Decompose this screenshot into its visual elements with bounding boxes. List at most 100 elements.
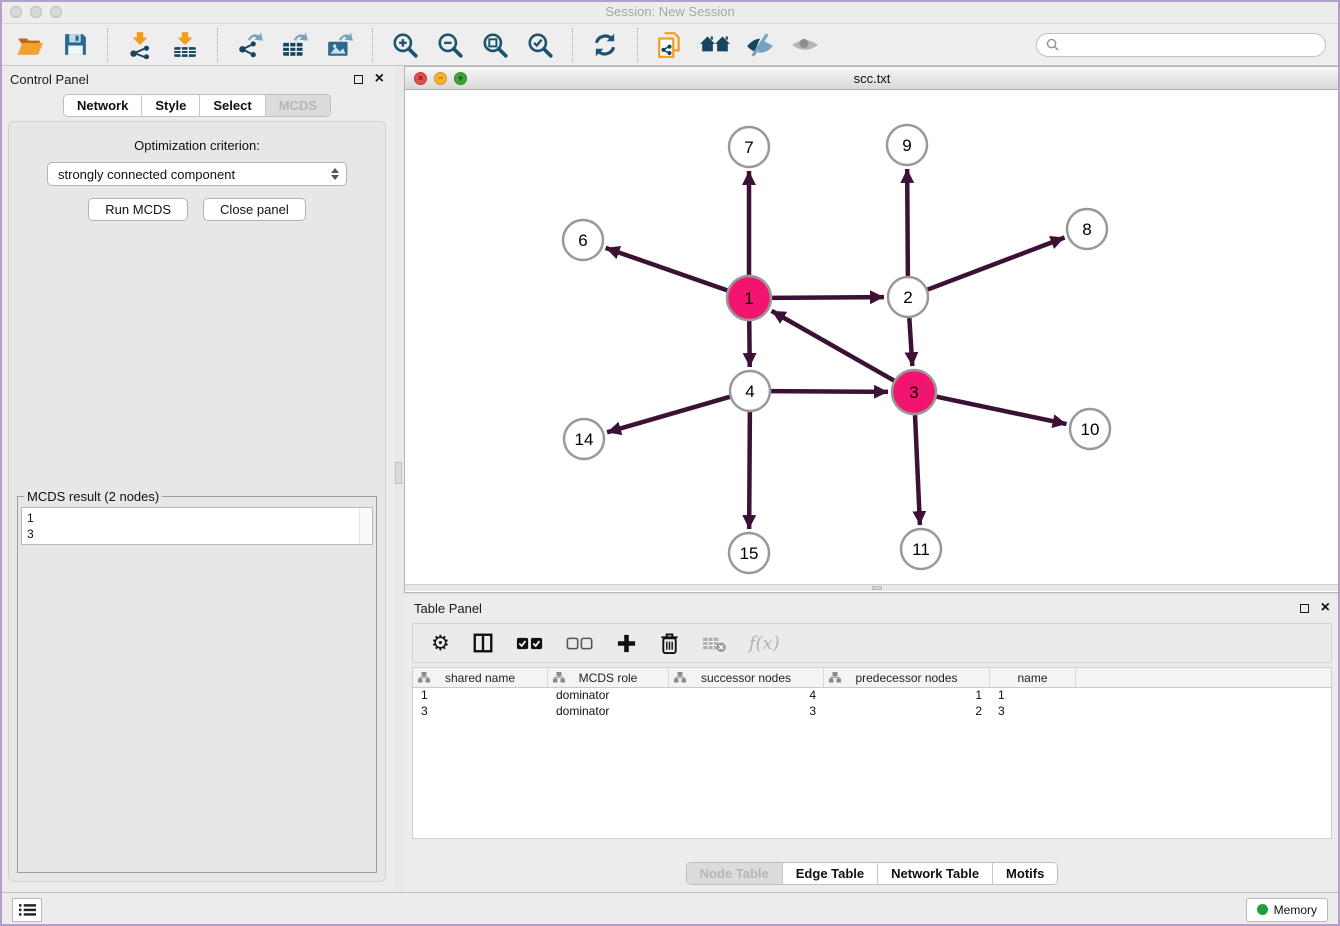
memory-button[interactable]: Memory	[1246, 898, 1328, 922]
network-bottom-splitter[interactable]	[405, 584, 1339, 591]
result-item[interactable]: 1	[27, 510, 367, 526]
column-header-MCDS-role[interactable]: MCDS role	[548, 668, 669, 687]
graph-edge-2-3[interactable]	[909, 318, 912, 366]
export-network-button[interactable]	[230, 27, 270, 63]
close-window-button[interactable]	[10, 6, 22, 18]
column-header-shared-name[interactable]: shared name	[413, 668, 548, 687]
column-sort-icon	[829, 672, 841, 683]
hide-panel-button[interactable]	[740, 27, 780, 63]
home-button[interactable]	[695, 27, 735, 63]
export-table-icon	[281, 31, 309, 59]
graph-node-10[interactable]: 10	[1070, 409, 1110, 449]
search-input[interactable]	[1064, 38, 1316, 52]
graph-node-2[interactable]: 2	[888, 277, 928, 317]
graph-edge-2-9[interactable]	[907, 169, 908, 276]
import-network-icon	[126, 31, 154, 59]
network-maximize-button[interactable]: +	[454, 72, 467, 85]
deselect-all-button[interactable]	[566, 635, 594, 652]
tab-style[interactable]: Style	[142, 95, 200, 116]
table-toolbar: ⚙ f(x)	[412, 623, 1332, 663]
column-sort-icon	[553, 672, 565, 683]
zoom-window-button[interactable]	[50, 6, 62, 18]
graph-edge-1-2[interactable]	[772, 297, 884, 298]
add-row-button[interactable]	[616, 633, 637, 654]
share-document-button[interactable]	[650, 27, 690, 63]
network-canvas[interactable]: 7 9 6 8 1 2 4 3 14 10 15 11	[405, 90, 1339, 584]
graph-edge-3-1[interactable]	[772, 311, 894, 381]
zoom-in-button[interactable]	[385, 27, 425, 63]
network-close-button[interactable]: ×	[414, 72, 427, 85]
column-header-predecessor-nodes[interactable]: predecessor nodes	[824, 668, 990, 687]
refresh-button[interactable]	[585, 27, 625, 63]
tab-mcds[interactable]: MCDS	[266, 95, 330, 116]
zoom-fit-button[interactable]	[475, 27, 515, 63]
close-panel-icon[interactable]: ×	[375, 71, 384, 87]
splitter-grip[interactable]	[395, 462, 402, 484]
show-panel-button[interactable]	[785, 27, 825, 63]
float-panel-icon[interactable]	[1300, 604, 1309, 613]
export-image-button[interactable]	[320, 27, 360, 63]
tab-motifs[interactable]: Motifs	[993, 863, 1057, 884]
graph-edge-4-15[interactable]	[749, 412, 750, 529]
splitter-grip[interactable]	[872, 586, 882, 590]
graph-edge-2-8[interactable]	[928, 238, 1065, 290]
tab-network-table[interactable]: Network Table	[878, 863, 993, 884]
graph-node-7[interactable]: 7	[729, 127, 769, 167]
export-network-icon	[236, 31, 264, 59]
table-row[interactable]: 3dominator323	[413, 704, 1331, 720]
show-columns-button[interactable]	[472, 632, 494, 654]
graph-node-8[interactable]: 8	[1067, 209, 1107, 249]
graph-node-14[interactable]: 14	[564, 419, 604, 459]
zoom-out-icon	[436, 31, 464, 59]
graph-edge-3-10[interactable]	[937, 397, 1067, 424]
eye-slash-icon	[745, 32, 775, 58]
tab-network[interactable]: Network	[64, 95, 142, 116]
delete-row-button[interactable]	[659, 632, 680, 655]
import-network-button[interactable]	[120, 27, 160, 63]
export-image-icon	[326, 31, 354, 59]
table-header: shared nameMCDS rolesuccessor nodesprede…	[413, 668, 1331, 688]
column-header-name[interactable]: name	[990, 668, 1076, 687]
run-mcds-button[interactable]: Run MCDS	[88, 198, 188, 221]
tab-node-table[interactable]: Node Table	[687, 863, 783, 884]
close-panel-button[interactable]: Close panel	[203, 198, 306, 221]
graph-edge-3-11[interactable]	[915, 415, 920, 525]
graph-node-15[interactable]: 15	[729, 533, 769, 573]
export-table-button[interactable]	[275, 27, 315, 63]
svg-text:14: 14	[575, 430, 594, 449]
table-settings-button[interactable]: ⚙	[431, 633, 450, 654]
save-session-button[interactable]	[55, 27, 95, 63]
graph-node-4[interactable]: 4	[730, 371, 770, 411]
graph-node-1[interactable]: 1	[727, 276, 771, 320]
result-item[interactable]: 3	[27, 526, 367, 542]
network-minimize-button[interactable]: −	[434, 72, 447, 85]
graph-edge-1-6[interactable]	[606, 248, 728, 290]
graph-node-6[interactable]: 6	[563, 220, 603, 260]
table-row[interactable]: 1dominator411	[413, 688, 1331, 704]
close-panel-icon[interactable]: ×	[1321, 600, 1330, 616]
minimize-window-button[interactable]	[30, 6, 42, 18]
mcds-result-fieldset: MCDS result (2 nodes) 13	[17, 489, 377, 873]
zoom-out-button[interactable]	[430, 27, 470, 63]
panel-splitter[interactable]	[394, 66, 404, 892]
tab-edge-table[interactable]: Edge Table	[783, 863, 878, 884]
open-session-button[interactable]	[10, 27, 50, 63]
show-panels-button[interactable]	[12, 898, 42, 922]
mcds-result-list[interactable]: 13	[21, 507, 373, 545]
select-all-button[interactable]	[516, 635, 544, 652]
graph-edge-4-14[interactable]	[607, 397, 730, 433]
graph-node-9[interactable]: 9	[887, 125, 927, 165]
float-panel-icon[interactable]	[354, 75, 363, 84]
graph-node-11[interactable]: 11	[901, 529, 941, 569]
function-icon: f(x)	[749, 633, 780, 654]
graph-node-3[interactable]: 3	[892, 370, 936, 414]
graph-edge-4-3[interactable]	[771, 391, 888, 392]
optimization-criterion-select[interactable]: strongly connected component	[47, 162, 347, 186]
tab-select[interactable]: Select	[200, 95, 265, 116]
zoom-selected-button[interactable]	[520, 27, 560, 63]
column-header-successor-nodes[interactable]: successor nodes	[669, 668, 824, 687]
import-table-button[interactable]	[165, 27, 205, 63]
main-toolbar	[0, 24, 1340, 66]
svg-text:3: 3	[909, 383, 918, 402]
scrollbar[interactable]	[359, 508, 372, 544]
